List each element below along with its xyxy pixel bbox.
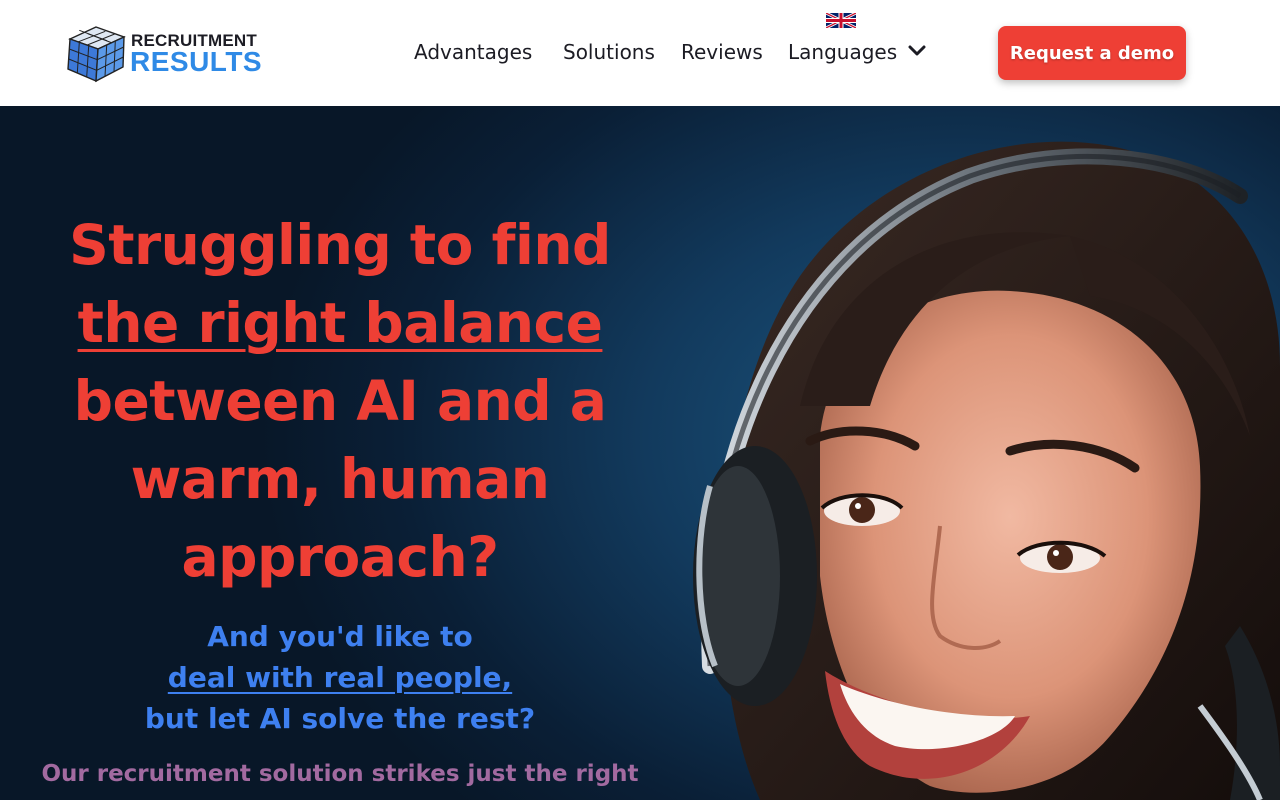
headline-line-3: between AI and a xyxy=(73,369,607,433)
hero-portrait-image xyxy=(693,141,1280,800)
headline-line-1: Struggling to find xyxy=(69,213,611,277)
hero-headline: Struggling to find the right balance bet… xyxy=(40,206,640,596)
nav-advantages[interactable]: Advantages xyxy=(414,40,532,64)
rubiks-cube-icon xyxy=(67,26,126,83)
headline-line-5: approach? xyxy=(181,525,499,589)
uk-flag-icon[interactable] xyxy=(826,13,856,28)
nav-solutions[interactable]: Solutions xyxy=(563,40,655,64)
site-logo[interactable]: RECRUITMENT RESULTS xyxy=(66,25,262,83)
chevron-down-icon[interactable] xyxy=(908,44,926,58)
hero-section: Struggling to find the right balance bet… xyxy=(0,106,1280,800)
subheadline-line-2-underlined: deal with real people, xyxy=(167,661,513,694)
nav-reviews[interactable]: Reviews xyxy=(681,40,763,64)
nav-languages[interactable]: Languages xyxy=(788,40,897,64)
site-header: RECRUITMENT RESULTS Advantages Solutions… xyxy=(0,0,1280,106)
request-demo-button[interactable]: Request a demo xyxy=(998,26,1186,80)
headline-line-4: warm, human xyxy=(130,447,550,511)
hero-tagline: Our recruitment solution strikes just th… xyxy=(41,761,639,787)
logo-text-results: RESULTS xyxy=(130,46,263,77)
subheadline-line-1: And you'd like to xyxy=(207,620,473,653)
hero-subheadline: And you'd like to deal with real people,… xyxy=(40,616,640,739)
subheadline-line-3: but let AI solve the rest? xyxy=(144,702,536,735)
headline-line-2-underlined: the right balance xyxy=(77,291,603,355)
